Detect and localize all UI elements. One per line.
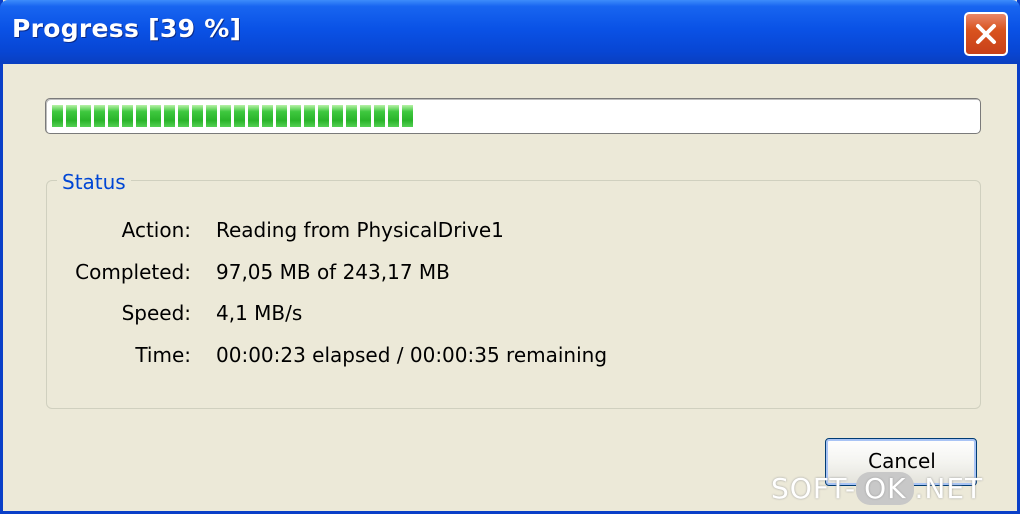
title-bar[interactable]: Progress [39 %] <box>0 0 1020 64</box>
progress-block <box>388 105 399 127</box>
watermark-prefix: SOFT- <box>771 472 857 505</box>
watermark-middle: OK <box>856 472 915 505</box>
progress-block <box>234 105 245 127</box>
progress-block <box>276 105 287 127</box>
progress-block <box>164 105 175 127</box>
close-icon <box>976 24 996 44</box>
watermark-suffix: .NET <box>914 472 984 505</box>
speed-value: 4,1 MB/s <box>216 301 303 325</box>
time-label: Time: <box>135 343 191 367</box>
progress-block <box>80 105 91 127</box>
watermark: SOFT- OK .NET <box>771 472 983 505</box>
progress-block <box>52 105 63 127</box>
progress-bar <box>45 98 981 134</box>
progress-dialog: Progress [39 %] Status Action: Reading f… <box>0 0 1020 514</box>
completed-label: Completed: <box>75 260 191 284</box>
progress-block <box>206 105 217 127</box>
progress-block <box>248 105 259 127</box>
status-group <box>46 180 981 409</box>
progress-block <box>374 105 385 127</box>
progress-block <box>402 105 413 127</box>
progress-block <box>262 105 273 127</box>
progress-block <box>318 105 329 127</box>
action-label: Action: <box>121 218 191 242</box>
progress-block <box>220 105 231 127</box>
progress-block <box>136 105 147 127</box>
progress-block <box>304 105 315 127</box>
window-title: Progress [39 %] <box>12 14 242 43</box>
progress-block <box>178 105 189 127</box>
progress-block <box>332 105 343 127</box>
progress-block <box>94 105 105 127</box>
progress-block <box>108 105 119 127</box>
close-button[interactable] <box>964 12 1008 56</box>
progress-block <box>346 105 357 127</box>
status-group-label: Status <box>57 170 131 194</box>
progress-block <box>122 105 133 127</box>
progress-block <box>66 105 77 127</box>
progress-block <box>290 105 301 127</box>
progress-block <box>150 105 161 127</box>
completed-value: 97,05 MB of 243,17 MB <box>216 260 450 284</box>
cancel-button-label: Cancel <box>868 449 936 473</box>
time-value: 00:00:23 elapsed / 00:00:35 remaining <box>216 343 608 367</box>
progress-block <box>192 105 203 127</box>
action-value: Reading from PhysicalDrive1 <box>216 218 504 242</box>
speed-label: Speed: <box>121 301 191 325</box>
progress-block <box>360 105 371 127</box>
